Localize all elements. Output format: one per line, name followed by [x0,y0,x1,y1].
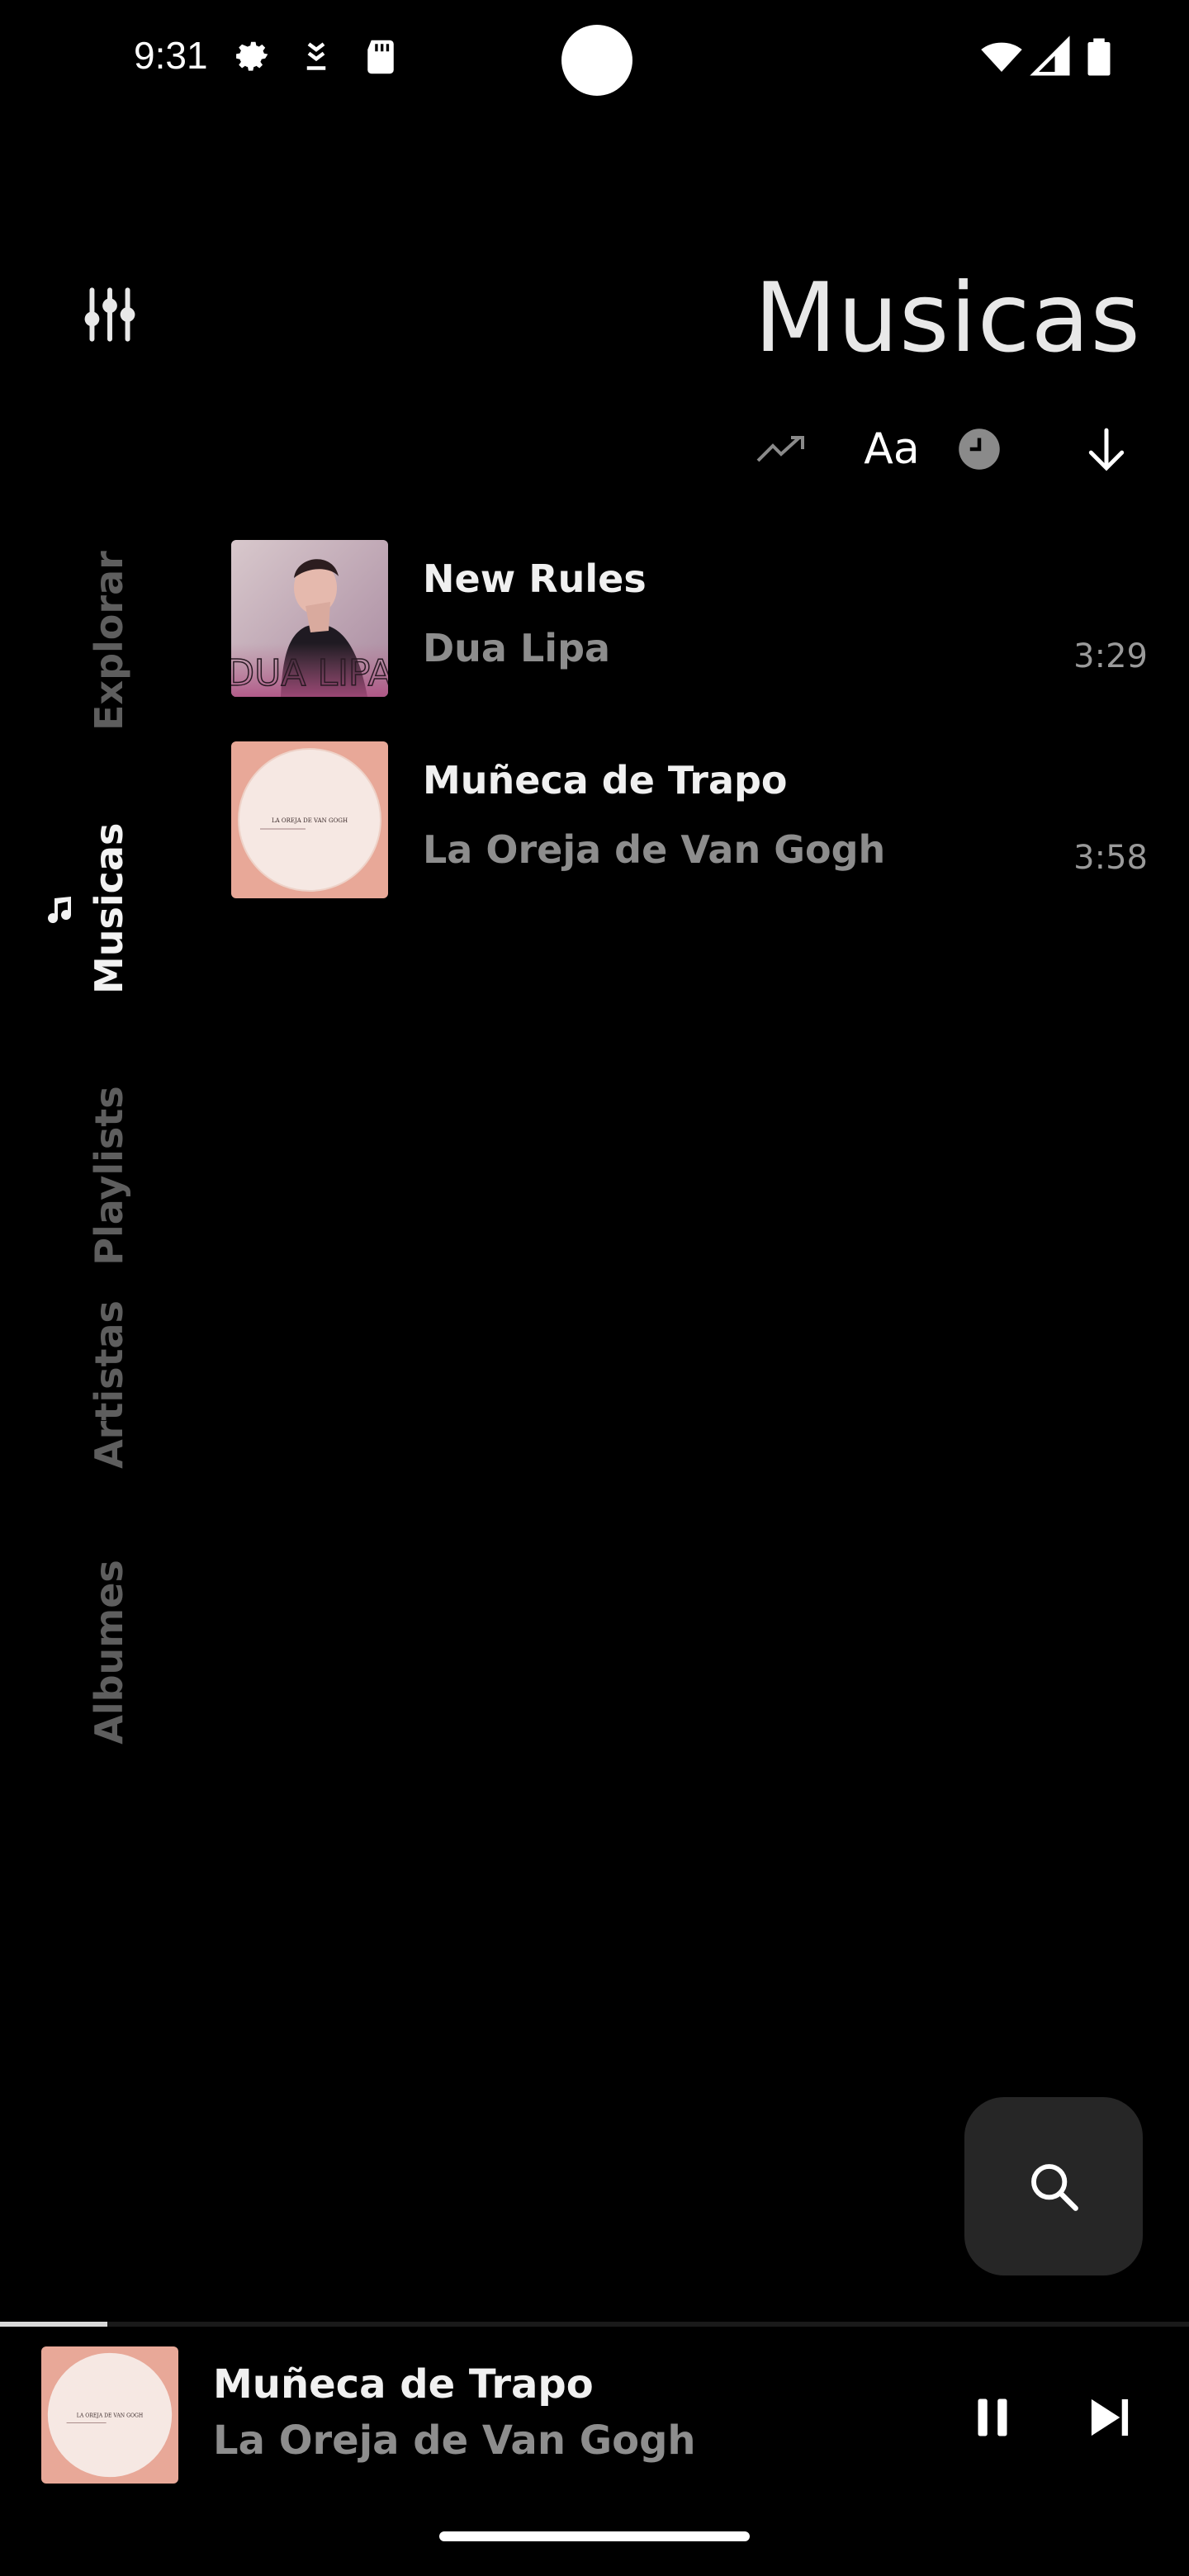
search-icon [1031,2164,1078,2211]
now-playing-artist[interactable]: La Oreja de Van Gogh [213,2417,696,2464]
sort-trending-button[interactable] [753,419,811,479]
sd-card-icon [367,40,394,74]
nav-tab-playlists[interactable]: Playlists [87,1077,133,1275]
now-playing-art-text: LA OREJA DE VAN GOGH [77,2413,143,2419]
clock-icon [959,429,1000,470]
settings-gear-icon [236,41,268,71]
song-duration: 3:58 [1073,839,1148,877]
album-art-text: DUA LIPA [231,652,388,694]
song-title: Muñeca de Trapo [423,758,788,803]
wifi-icon [981,42,1022,72]
download-app-icon [306,42,326,70]
skip-next-icon [1091,2398,1129,2436]
now-playing-art[interactable]: LA OREJA DE VAN GOGH [41,2346,178,2484]
music-note-icon [48,897,72,924]
nav-tab-artistas[interactable]: Artistas [87,1294,133,1475]
sort-direction-button[interactable] [1082,419,1131,479]
search-button[interactable] [964,2097,1143,2275]
pause-icon [978,2398,1007,2436]
trending-icon [756,436,804,462]
playback-progress-bar[interactable] [0,2322,1189,2327]
arrow-down-icon [1088,428,1125,471]
album-art: LA OREJA DE VAN GOGH [231,741,388,898]
song-artist: Dua Lipa [423,626,611,670]
song-title: New Rules [423,556,647,601]
home-indicator[interactable] [439,2531,750,2541]
song-artist: La Oreja de Van Gogh [423,827,886,872]
nav-tab-explorar[interactable]: Explorar [87,551,133,731]
page-title: Musicas [754,263,1141,374]
sort-recent-button[interactable] [955,419,1004,479]
equalizer-icon[interactable] [83,286,137,343]
song-duration: 3:29 [1073,637,1148,675]
nav-tab-albumes[interactable]: Albumes [87,1553,133,1751]
status-time: 9:31 [134,34,208,77]
skip-next-button[interactable] [1078,2386,1141,2449]
battery-icon [1087,38,1111,76]
cellular-signal-icon [1030,36,1070,76]
album-art: DUA LIPA [231,540,388,697]
nav-tab-musicas[interactable]: Musicas [87,823,133,994]
sort-alphabetical-button[interactable]: Aa [850,419,933,479]
pause-button[interactable] [961,2386,1024,2449]
sort-alphabetical-label: Aa [864,424,920,474]
album-art-text: LA OREJA DE VAN GOGH [272,817,348,824]
playback-progress-fill [0,2322,107,2327]
song-row[interactable]: DUA LIPA New Rules Dua Lipa 3:29 [231,540,1148,698]
song-row[interactable]: LA OREJA DE VAN GOGH Muñeca de Trapo La … [231,741,1148,900]
now-playing-title[interactable]: Muñeca de Trapo [213,2361,594,2408]
camera-cutout [561,25,632,96]
